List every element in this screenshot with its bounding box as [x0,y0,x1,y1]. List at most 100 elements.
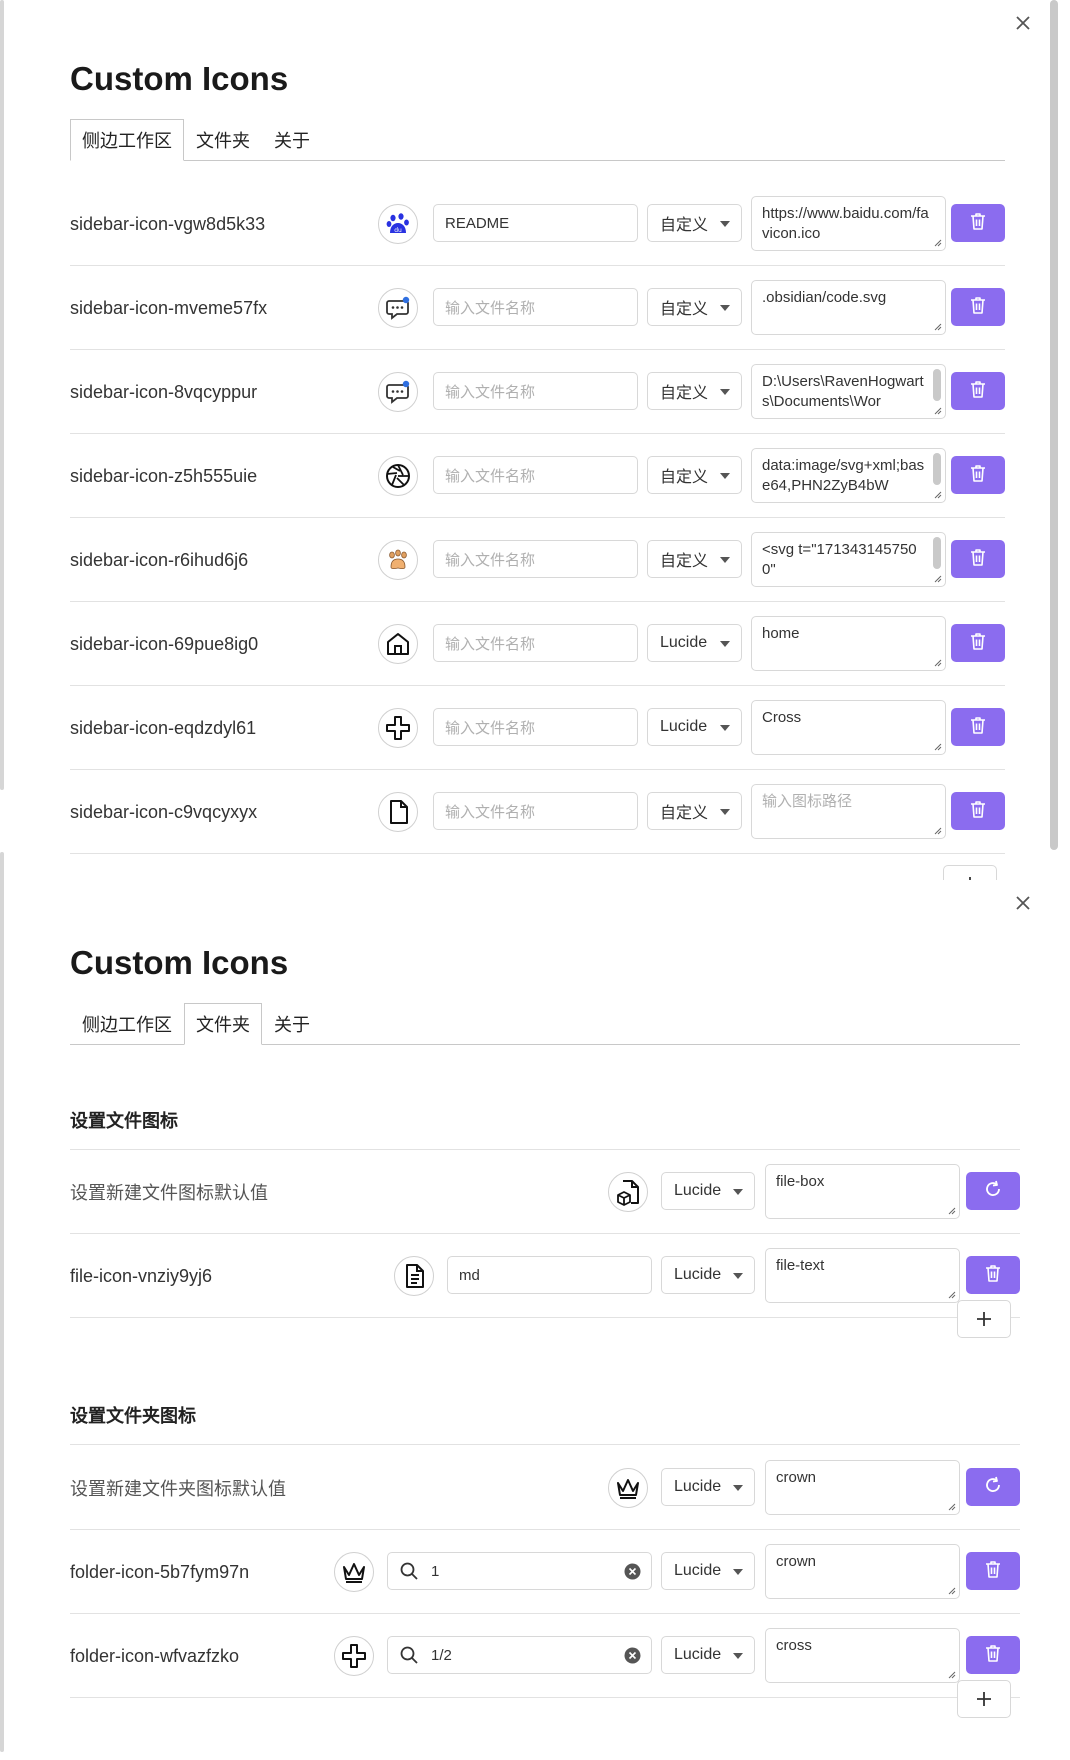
file-name-input[interactable]: 输入文件名称 [433,372,638,410]
icon-type-select[interactable]: Lucide [661,1636,755,1674]
reset-button[interactable] [966,1468,1020,1506]
tab-sidebar[interactable]: 侧边工作区 [70,1003,184,1044]
file-name-input[interactable]: 输入文件名称 [433,792,638,830]
icon-path-text: Cross [762,709,802,726]
delete-button[interactable] [951,456,1005,494]
tab-sidebar[interactable]: 侧边工作区 [70,119,184,161]
add-file-icon-button[interactable] [957,1300,1011,1338]
row-id-label: sidebar-icon-69pue8ig0 [70,633,259,654]
delete-button[interactable] [951,540,1005,578]
icon-type-select[interactable]: Lucide [647,708,742,746]
textarea-scrollbar[interactable] [933,369,941,401]
icon-path-textarea[interactable]: data:image/svg+xml;base64,PHN2ZyB4bW [751,448,946,503]
icon-type-select[interactable]: Lucide [661,1468,755,1506]
tab-folder[interactable]: 文件夹 [184,119,262,160]
baidu-paw-icon: du [378,204,418,244]
file-name-input[interactable]: README [433,204,638,242]
icon-path-text: home [762,625,800,642]
icon-type-select[interactable]: 自定义 [647,204,742,242]
file-name-input[interactable]: 输入文件名称 [433,708,638,746]
icon-type-select[interactable]: 自定义 [647,372,742,410]
icon-type-value: Lucide [660,718,708,735]
icon-path-textarea[interactable]: .obsidian/code.svg [751,280,946,335]
delete-button[interactable] [951,792,1005,830]
icon-path-textarea[interactable]: file-box [765,1164,960,1219]
row-id-label: folder-icon-5b7fym97n [70,1561,250,1582]
file-name-input[interactable]: 输入文件名称 [433,288,638,326]
file-name-input-text: 输入文件名称 [445,551,536,569]
icon-path-text: cross [776,1637,812,1654]
tab-about[interactable]: 关于 [262,119,322,160]
delete-button[interactable] [966,1256,1020,1294]
icon-path-textarea[interactable]: home [751,616,946,671]
icon-type-select[interactable]: Lucide [661,1256,755,1294]
icon-path-text: data:image/svg+xml;base64,PHN2ZyB4bW [762,457,925,494]
icon-path-textarea[interactable]: 输入图标路径 [751,784,946,839]
default-label: 设置新建文件夹图标默认值 [70,1479,286,1499]
icon-type-select[interactable]: 自定义 [647,288,742,326]
delete-button[interactable] [951,372,1005,410]
icon-type-select[interactable]: 自定义 [647,456,742,494]
icon-path-textarea[interactable]: cross [765,1628,960,1683]
search-icon [399,1645,431,1665]
row-id-label: sidebar-icon-vgw8d5k33 [70,213,266,234]
icon-path-textarea[interactable]: https://www.baidu.com/favicon.ico [751,196,946,251]
tab-folder[interactable]: 文件夹 [184,1003,262,1045]
scrollbar[interactable] [1050,0,1058,850]
tab-about[interactable]: 关于 [262,1003,322,1044]
icon-path-text: crown [776,1553,817,1570]
row-id-label: file-icon-vnziy9yj6 [70,1265,213,1286]
delete-button[interactable] [951,708,1005,746]
icon-path-textarea[interactable]: Cross [751,700,946,755]
close-icon[interactable] [1012,12,1034,34]
icon-path-text: .obsidian/code.svg [762,289,887,306]
file-name-input[interactable]: 输入文件名称 [433,540,638,578]
delete-button[interactable] [951,288,1005,326]
icon-type-select[interactable]: Lucide [647,624,742,662]
delete-button[interactable] [951,624,1005,662]
icon-path-text: D:\Users\RavenHogwarts\Documents\Wor [762,373,924,410]
file-name-input[interactable]: 输入文件名称 [433,456,638,494]
file-name-input-text: 输入文件名称 [445,467,536,485]
close-icon[interactable] [1012,892,1034,914]
add-button[interactable] [943,865,997,880]
icon-path-textarea[interactable]: crown [765,1460,960,1515]
delete-button[interactable] [966,1552,1020,1590]
icon-path-textarea[interactable]: crown [765,1544,960,1599]
sidebar-icon-row: sidebar-icon-eqdzdyl61 输入文件名称 Lucide Cross [70,686,1005,770]
icon-type-select[interactable]: Lucide [661,1552,755,1590]
icon-type-value: 自定义 [660,301,709,318]
folder-section-heading: 设置文件夹图标 [70,1385,1020,1445]
chat-bubble-icon [378,372,418,412]
icon-path-textarea[interactable]: <svg t="1713431457500" [751,532,946,587]
file-extension-input[interactable]: md [447,1256,652,1294]
sidebar-icon-row: sidebar-icon-z5h555uie 输入文件名称 自定义 data:imag… [70,434,1005,518]
row-id-label: sidebar-icon-z5h555uie [70,465,258,486]
sidebar-icon-row: sidebar-icon-mveme57fx 输入文件名称 自定义 .obsidian… [70,266,1005,350]
delete-button[interactable] [951,204,1005,242]
chevron-down-icon [720,221,730,227]
trash-icon [968,379,988,404]
icon-type-value: Lucide [674,1478,722,1495]
icon-path-textarea[interactable]: D:\Users\RavenHogwarts\Documents\Wor [751,364,946,419]
file-name-input[interactable]: 输入文件名称 [433,624,638,662]
delete-button[interactable] [966,1636,1020,1674]
textarea-scrollbar[interactable] [933,537,941,569]
icon-path-textarea[interactable]: file-text [765,1248,960,1303]
add-folder-icon-button[interactable] [957,1680,1011,1718]
folder-search-input[interactable]: 1/2 [387,1636,652,1674]
sidebar-icon-row: sidebar-icon-r6ihud6j6 输入文件名称 自定义 <svg t="1… [70,518,1005,602]
window-edge-left [0,852,4,1752]
reset-button[interactable] [966,1172,1020,1210]
icon-path-text: <svg t="1713431457500" [762,541,917,578]
icon-path-text: file-box [776,1173,825,1190]
icon-type-select[interactable]: Lucide [661,1172,755,1210]
trash-icon [968,295,988,320]
icon-type-select[interactable]: 自定义 [647,540,742,578]
icon-type-select[interactable]: 自定义 [647,792,742,830]
file-box-icon [608,1172,648,1212]
folder-search-input[interactable]: 1 [387,1552,652,1590]
page-title: Custom Icons [70,60,289,97]
textarea-scrollbar[interactable] [933,453,941,485]
page-title: Custom Icons [70,944,289,981]
